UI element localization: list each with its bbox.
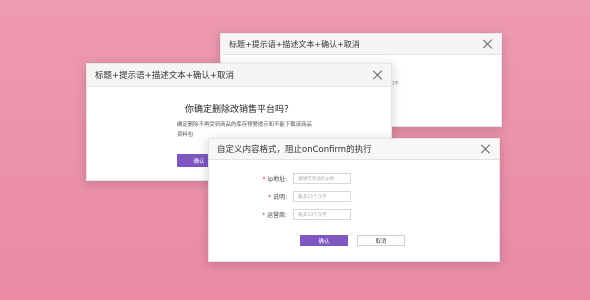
- confirm-question: 你确定删除改销售平台吗？: [184, 105, 293, 115]
- required-mark: *: [261, 212, 265, 219]
- required-mark: *: [262, 176, 266, 183]
- desc-label: * 说明:: [249, 192, 287, 201]
- close-icon[interactable]: [373, 70, 383, 80]
- cancel-button[interactable]: 取消: [357, 235, 405, 246]
- front-dialog-header: 自定义内容格式，阻止onConfirm的执行: [209, 139, 499, 160]
- desc-label-text: 说明:: [272, 194, 287, 201]
- ip-input[interactable]: 请填写有效的ip地: [293, 173, 351, 184]
- back-dialog-header: 标题+提示语+描述文本+确认+取消: [221, 34, 501, 55]
- required-mark: *: [267, 194, 271, 201]
- ip-label: * ip地址:: [249, 174, 288, 183]
- desc-input[interactable]: 最多15个汉字: [293, 191, 351, 202]
- form-row-desc: * 说明: 最多15个汉字: [249, 191, 351, 202]
- confirm-description: 确定删除不再受到商品的库存预警提示和不能下载该商品资料包: [177, 122, 312, 138]
- front-dialog-title: 自定义内容格式，阻止onConfirm的执行: [217, 145, 372, 155]
- ip-label-text: ip地址:: [267, 176, 288, 183]
- operator-label-text: 运营商:: [266, 212, 287, 219]
- close-icon[interactable]: [483, 39, 493, 49]
- middle-dialog-header: 标题+提示语+描述文本+确认+取消: [87, 64, 391, 87]
- front-dialog: 自定义内容格式，阻止onConfirm的执行 * ip地址: 请填写有效的ip地 …: [208, 138, 500, 262]
- form-row-operator: * 运营商: 最多10个汉字: [249, 209, 351, 220]
- middle-dialog-title: 标题+提示语+描述文本+确认+取消: [95, 71, 234, 81]
- close-icon[interactable]: [481, 144, 491, 154]
- operator-input[interactable]: 最多10个汉字: [293, 209, 351, 220]
- operator-label: * 运营商:: [249, 210, 287, 219]
- back-dialog-title: 标题+提示语+描述文本+确认+取消: [229, 39, 360, 49]
- form-row-ip: * ip地址: 请填写有效的ip地: [249, 173, 351, 184]
- confirm-button[interactable]: 确认: [300, 235, 348, 246]
